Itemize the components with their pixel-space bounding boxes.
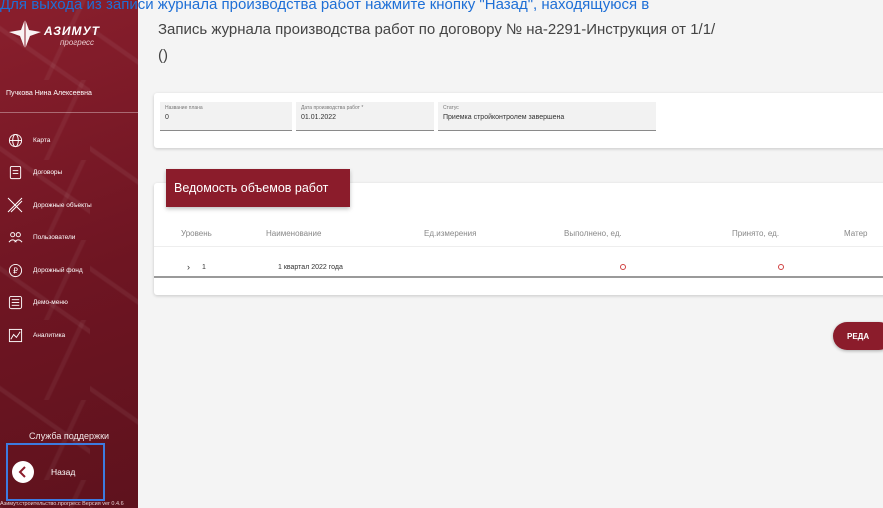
- expand-chevron-icon[interactable]: ›: [187, 262, 190, 272]
- instruction-text: Для выхода из записи журнала производств…: [0, 0, 650, 13]
- column-header-materials[interactable]: Матер: [844, 229, 868, 238]
- sidebar-item-users[interactable]: Пользователи: [0, 222, 138, 255]
- sidebar-item-label: Дорожный фонд: [33, 266, 83, 274]
- page-title: Запись журнала производства работ по дог…: [158, 17, 883, 69]
- globe-icon: [7, 132, 23, 148]
- version-text: Азимут.строительство.прогресс Версия ver…: [0, 501, 124, 507]
- svg-text:₽: ₽: [13, 266, 18, 275]
- sidebar-item-label: Договоры: [33, 169, 63, 177]
- plan-name-value: 0: [165, 114, 169, 121]
- logo-icon: [9, 19, 41, 49]
- row-level: 1: [202, 264, 206, 271]
- column-header-level[interactable]: Уровень: [181, 229, 212, 238]
- support-link[interactable]: Служба поддержки: [0, 431, 138, 441]
- document-icon: [7, 165, 23, 181]
- back-button[interactable]: Назад: [6, 443, 105, 501]
- status-value: Приемка стройконтролем завершена: [443, 114, 565, 121]
- plan-name-label: Название плана: [165, 105, 203, 111]
- column-header-accepted[interactable]: Принято, ед.: [732, 229, 779, 238]
- status-field[interactable]: Статус Приемка стройконтролем завершена: [438, 102, 656, 131]
- sidebar-item-demo-menu[interactable]: Демо-меню: [0, 287, 138, 320]
- table-row[interactable]: › 1 1 квартал 2022 года: [154, 246, 883, 278]
- row-done-value: [620, 264, 626, 270]
- users-icon: [7, 230, 23, 246]
- list-icon: [7, 295, 23, 311]
- edit-button[interactable]: РЕДА: [833, 322, 883, 350]
- work-volumes-tab[interactable]: Ведомость объемов работ: [166, 169, 350, 207]
- work-date-label: Дата производства работ *: [301, 105, 364, 111]
- column-header-done[interactable]: Выполнено, ед.: [564, 229, 622, 238]
- user-name: Пучкова Нина Алексеевна: [0, 83, 138, 113]
- status-label: Статус: [443, 105, 459, 111]
- logo[interactable]: АЗИМУТ прогресс: [8, 18, 118, 54]
- logo-text: АЗИМУТ: [44, 24, 101, 38]
- sidebar-item-contracts[interactable]: Договоры: [0, 157, 138, 190]
- sidebar-item-map[interactable]: Карта: [0, 124, 138, 157]
- sidebar: АЗИМУТ прогресс Пучкова Нина Алексеевна …: [0, 0, 138, 508]
- sidebar-item-label: Дорожные объекты: [33, 201, 92, 209]
- record-form-card: Название плана 0 Дата производства работ…: [154, 93, 883, 148]
- work-volumes-card: Ведомость объемов работ Уровень Наименов…: [154, 169, 883, 295]
- sidebar-item-label: Демо-меню: [33, 299, 68, 307]
- sidebar-item-analytics[interactable]: Аналитика: [0, 319, 138, 352]
- logo-subtext: прогресс: [60, 38, 95, 47]
- column-header-unit[interactable]: Ед.измерения: [424, 229, 476, 238]
- column-header-name[interactable]: Наименование: [266, 229, 321, 238]
- road-objects-icon: [7, 197, 23, 213]
- plan-name-field[interactable]: Название плана 0: [160, 102, 292, 131]
- work-date-value: 01.01.2022: [301, 114, 337, 121]
- back-button-label: Назад: [51, 467, 76, 477]
- main-content: Запись журнала производства работ по дог…: [138, 0, 883, 508]
- chevron-left-icon: [12, 461, 34, 483]
- coin-icon: ₽: [7, 262, 23, 278]
- sidebar-item-label: Пользователи: [33, 234, 76, 242]
- sidebar-item-label: Карта: [33, 136, 51, 144]
- sidebar-item-label: Аналитика: [33, 331, 66, 339]
- analytics-icon: [7, 327, 23, 343]
- page-title-line1: Запись журнала производства работ по дог…: [158, 21, 716, 38]
- row-accepted-value: [778, 264, 784, 270]
- sidebar-item-road-fund[interactable]: ₽ Дорожный фонд: [0, 254, 138, 287]
- work-date-field[interactable]: Дата производства работ * 01.01.2022: [296, 102, 434, 131]
- row-name: 1 квартал 2022 года: [278, 264, 343, 271]
- sidebar-item-road-objects[interactable]: Дорожные объекты: [0, 189, 138, 222]
- sidebar-menu: Карта Договоры Дорожные объекты Пользова…: [0, 124, 138, 352]
- page-title-line2: (): [158, 47, 168, 64]
